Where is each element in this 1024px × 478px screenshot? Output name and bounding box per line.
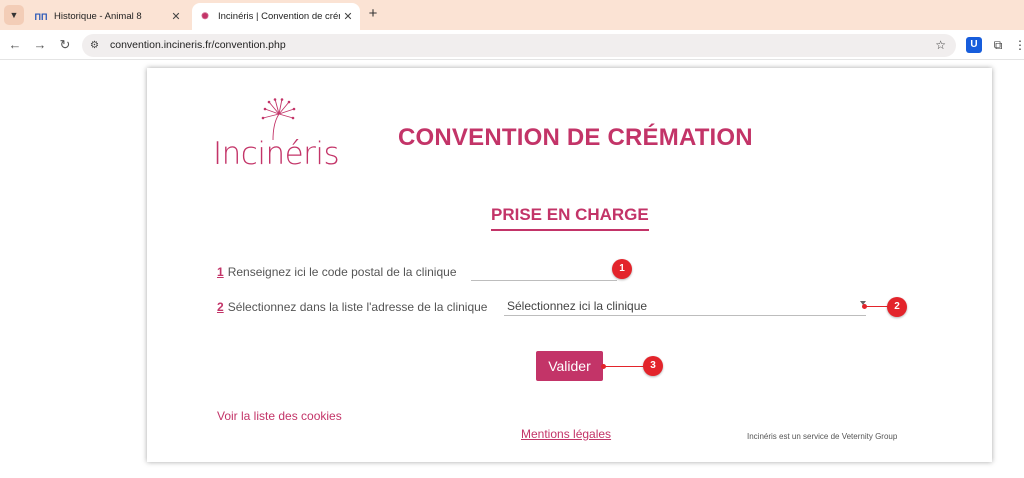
- tab-incineris[interactable]: ✺ Incinéris | Convention de crémati ✕: [192, 3, 360, 30]
- forward-icon[interactable]: →: [31, 36, 49, 54]
- bookmark-star-icon[interactable]: ☆: [935, 38, 946, 52]
- back-icon[interactable]: ←: [6, 36, 24, 54]
- annotation-connector-2: [866, 306, 888, 307]
- tab-search-button[interactable]: ▼: [4, 5, 24, 25]
- url-text[interactable]: convention.incineris.fr/convention.php: [110, 39, 286, 51]
- step-number: 2: [217, 300, 224, 314]
- close-icon[interactable]: ✕: [340, 10, 356, 23]
- clinic-select-value: Sélectionnez ici la clinique: [507, 299, 648, 313]
- chevron-down-icon: ▼: [9, 10, 19, 20]
- tab-title: Incinéris | Convention de crémati: [218, 11, 340, 22]
- step-number: 1: [217, 265, 224, 279]
- logo: Incinéris: [213, 98, 343, 172]
- annotation-connector-3: [605, 366, 644, 367]
- section-title: PRISE EN CHARGE: [491, 205, 649, 231]
- annotation-marker-3: 3: [643, 356, 663, 376]
- step-label: Renseignez ici le code postal de la clin…: [227, 265, 457, 279]
- tab-title: Historique - Animal 8: [54, 11, 142, 22]
- annotation-marker-2: 2: [887, 297, 907, 317]
- footer-note: Incinéris est un service de Veternity Gr…: [747, 432, 898, 441]
- cookies-link[interactable]: Voir la liste des cookies: [217, 409, 342, 423]
- step-postal-code: 1 Renseignez ici le code postal de la cli…: [217, 265, 457, 279]
- step-label: Sélectionnez dans la liste l'adresse de …: [227, 300, 488, 314]
- puzzle-icon[interactable]: ⧉: [990, 37, 1006, 53]
- dandelion-icon: ✺: [201, 11, 209, 21]
- close-icon[interactable]: ✕: [168, 10, 184, 23]
- convention-card: Incinéris CONVENTION DE CRÉMATION PRISE …: [147, 68, 992, 462]
- logo-text: Incinéris: [213, 136, 340, 172]
- browser-toolbar: ← → ↻ ⚙ convention.incineris.fr/conventi…: [0, 30, 1024, 60]
- address-bar[interactable]: ⚙ convention.incineris.fr/convention.php…: [82, 34, 956, 57]
- site-info-icon[interactable]: ⚙: [90, 39, 103, 52]
- legal-notice-link[interactable]: Mentions légales: [521, 427, 611, 441]
- bitwarden-icon[interactable]: U: [966, 37, 982, 53]
- tab-strip: ▼ ΠΠ Historique - Animal 8 ✕ ✺ Incinéris…: [0, 0, 1024, 30]
- annotation-marker-1: 1: [612, 259, 632, 279]
- ecosystem-icon: ΠΠ: [34, 11, 48, 22]
- step-clinic-address: 2 Sélectionnez dans la liste l'adresse de…: [217, 300, 487, 314]
- clinic-select[interactable]: Sélectionnez ici la clinique: [504, 298, 866, 316]
- postal-code-input[interactable]: [471, 265, 617, 281]
- new-tab-button[interactable]: +: [364, 6, 382, 24]
- reload-icon[interactable]: ↻: [56, 36, 74, 54]
- tab-historique[interactable]: ΠΠ Historique - Animal 8 ✕: [28, 3, 188, 30]
- validate-button[interactable]: Valider: [536, 351, 603, 381]
- page-title: CONVENTION DE CRÉMATION: [398, 124, 753, 151]
- menu-icon[interactable]: ⋮: [1012, 37, 1024, 53]
